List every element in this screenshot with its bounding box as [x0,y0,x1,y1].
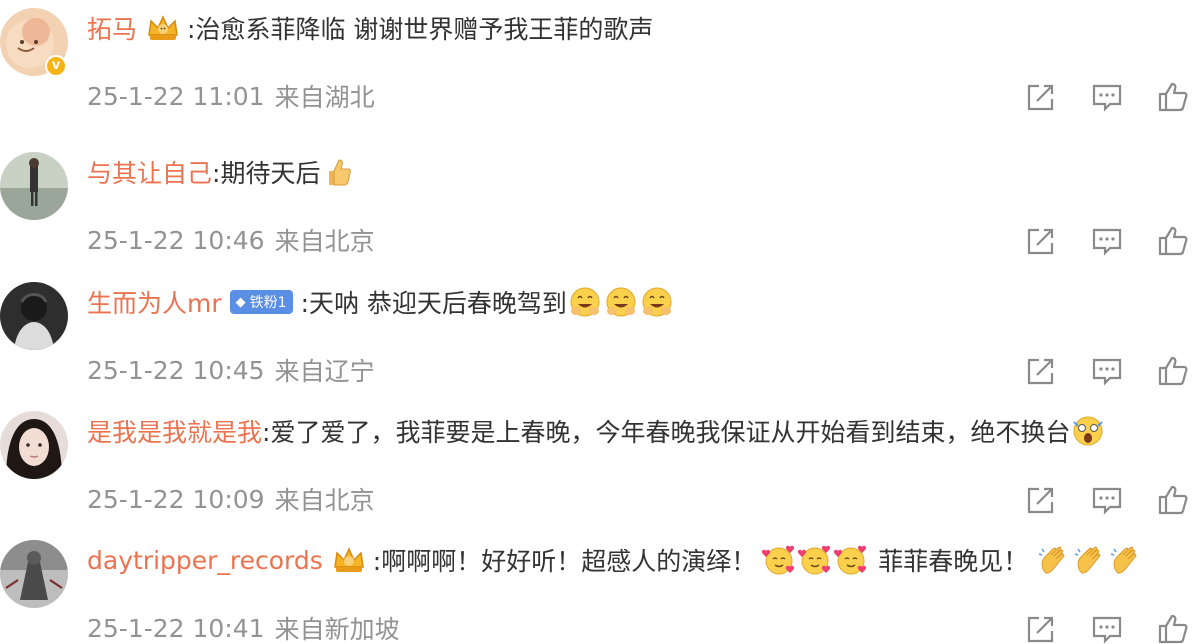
comment-icon [1092,616,1122,644]
thumbs-up-emoji-icon [321,155,355,189]
comment-actions [1024,224,1200,258]
comment-meta: 25-1-22 10:46 来自北京 [87,220,375,260]
avatar[interactable] [0,411,68,479]
username[interactable]: 与其让自己 [87,154,212,190]
comment-time: 25-1-22 10:46 [87,225,265,255]
like-button[interactable] [1156,224,1190,258]
comment-location: 来自北京 [274,486,375,515]
crown-badge-icon[interactable] [331,545,367,575]
share-button[interactable] [1024,80,1058,114]
comment-text: :啊啊啊！好好听！超感人的演绎！ [372,547,757,576]
hearts-face-emoji-icon [762,543,796,577]
username[interactable]: 拓马 [87,10,137,46]
hearts-face-emoji-icon [834,543,868,577]
comment-text: :天呐 恭迎天后春晚驾到 [300,289,567,318]
like-icon [1158,614,1188,644]
comment-time: 25-1-22 11:01 [87,81,265,111]
comment-text-2: 菲菲春晚见！ [878,547,1029,576]
avatar-image [0,411,68,479]
reply-button[interactable] [1090,354,1124,388]
like-button[interactable] [1156,612,1190,644]
comment-text: :期待天后 [212,159,321,188]
username[interactable]: 生而为人mr [87,284,222,320]
like-icon [1158,82,1188,112]
avatar-image [0,152,68,220]
comment-icon [1092,487,1122,515]
grin-hands-emoji-icon [568,285,602,319]
comment-item: v 拓马 :治愈系菲降临 谢谢世界赠予我王菲的歌声 25-1-22 11:01 … [0,8,1200,136]
comment-location: 来自辽宁 [274,357,375,386]
comment-meta: 25-1-22 10:45 来自辽宁 [87,350,375,390]
share-button[interactable] [1024,483,1058,517]
username[interactable]: 是我是我就是我 [87,413,262,449]
share-button[interactable] [1024,612,1058,644]
diamond-icon: ◆ [235,294,246,310]
fan-badge[interactable]: ◆ 铁粉1 [229,290,293,314]
comment-actions [1024,354,1200,388]
share-icon [1027,84,1054,111]
reply-button[interactable] [1090,80,1124,114]
comment-meta: 25-1-22 11:01 来自湖北 [87,76,375,116]
clap-emoji-icon [1108,543,1142,577]
comment-item: 与其让自己 :期待天后 25-1-22 10:46 来自北京 [0,152,1200,280]
share-button[interactable] [1024,354,1058,388]
avatar[interactable] [0,152,68,220]
share-icon [1027,228,1054,255]
comment-item: 生而为人mr ◆ 铁粉1 :天呐 恭迎天后春晚驾到 25-1-22 10:45 … [0,282,1200,410]
comment-line: 与其让自己 :期待天后 [87,152,356,192]
comment-icon [1092,228,1122,256]
comment-meta: 25-1-22 10:41 来自新加坡 [87,608,400,644]
comment-time: 25-1-22 10:41 [87,613,265,643]
like-icon [1158,226,1188,256]
comment-line: 生而为人mr ◆ 铁粉1 :天呐 恭迎天后春晚驾到 [87,282,675,322]
share-icon [1027,616,1054,643]
fan-badge-label: 铁粉1 [249,295,287,311]
verified-icon: v [45,55,67,77]
username[interactable]: daytripper_records [87,546,323,575]
reply-button[interactable] [1090,612,1124,644]
comment-text: :爱了爱了，我菲要是上春晚，今年春晚我保证从开始看到结束，绝不换台 [262,418,1071,447]
comment-item: 是我是我就是我 :爱了爱了，我菲要是上春晚，今年春晚我保证从开始看到结束，绝不换… [0,411,1200,539]
comment-time: 25-1-22 10:09 [87,484,265,514]
like-icon [1158,485,1188,515]
reply-button[interactable] [1090,224,1124,258]
comment-actions [1024,80,1200,114]
reply-button[interactable] [1090,483,1124,517]
share-icon [1027,358,1054,385]
like-button[interactable] [1156,483,1190,517]
comment-location: 来自新加坡 [274,615,400,644]
comment-icon [1092,84,1122,112]
crown-badge-icon[interactable] [145,13,181,43]
comment-time: 25-1-22 10:45 [87,355,265,385]
hearts-face-emoji-icon [798,543,832,577]
comment-item: daytripper_records :啊啊啊！好好听！超感人的演绎！ 菲菲春晚… [0,540,1200,644]
share-icon [1027,487,1054,514]
clap-emoji-icon [1072,543,1106,577]
comment-line: 是我是我就是我 :爱了爱了，我菲要是上春晚，今年春晚我保证从开始看到结束，绝不换… [87,411,1106,451]
like-icon [1158,356,1188,386]
comment-line: daytripper_records :啊啊啊！好好听！超感人的演绎！ 菲菲春晚… [87,540,1143,580]
like-button[interactable] [1156,80,1190,114]
avatar-image [0,282,68,350]
share-button[interactable] [1024,224,1058,258]
avatar-image [0,540,68,608]
comment-icon [1092,358,1122,386]
comment-text: :治愈系菲降临 谢谢世界赠予我王菲的歌声 [187,15,654,44]
comment-meta: 25-1-22 10:09 来自北京 [87,479,375,519]
clap-emoji-icon [1036,543,1070,577]
grin-hands-emoji-icon [640,285,674,319]
comment-actions [1024,483,1200,517]
shocked-emoji-icon [1071,414,1105,448]
comment-location: 来自湖北 [274,83,375,112]
comment-location: 来自北京 [274,227,375,256]
comment-line: 拓马 :治愈系菲降临 谢谢世界赠予我王菲的歌声 [87,8,653,48]
avatar[interactable] [0,282,68,350]
like-button[interactable] [1156,354,1190,388]
avatar[interactable] [0,540,68,608]
comment-actions [1024,612,1200,644]
grin-hands-emoji-icon [604,285,638,319]
